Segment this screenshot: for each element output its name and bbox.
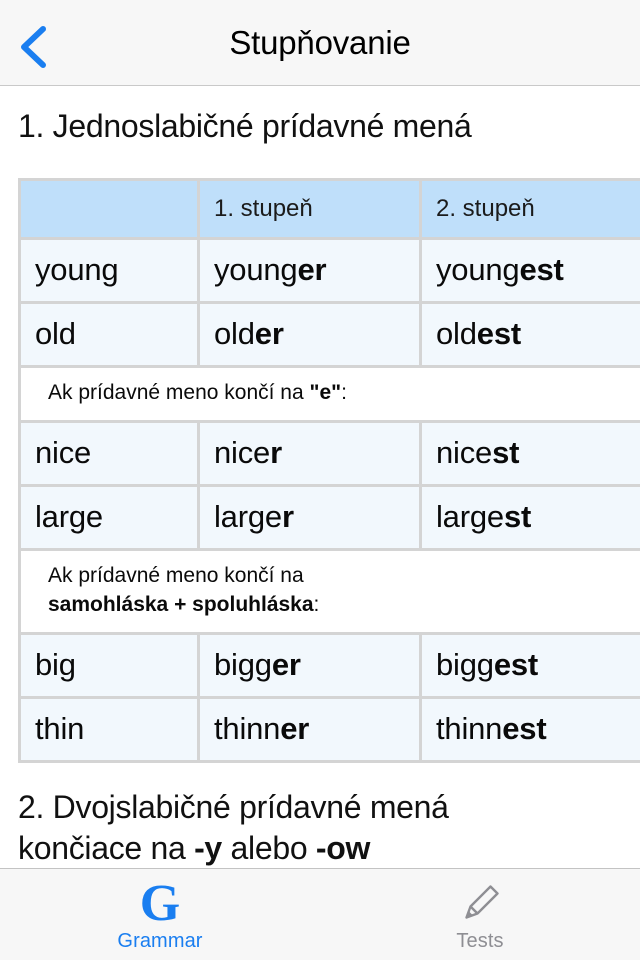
cell-base: old bbox=[18, 303, 200, 368]
word-suffix: er bbox=[254, 316, 284, 352]
cell-base: thin bbox=[18, 698, 200, 763]
table-header-cell-comparative: 1. stupeň bbox=[200, 177, 422, 240]
table-header-cell-base bbox=[18, 177, 200, 240]
word-stem: nice bbox=[436, 435, 493, 471]
cell-comparative: older bbox=[200, 303, 422, 368]
tab-tests-label: Tests bbox=[456, 929, 504, 952]
cell-superlative: biggest bbox=[422, 634, 640, 699]
table-row: nice nicer nicest bbox=[18, 422, 640, 487]
word-suffix: er bbox=[280, 711, 310, 747]
note-rule-e: Ak prídavné meno končí na "e": bbox=[18, 367, 640, 423]
page-title: Stupňovanie bbox=[229, 24, 411, 61]
word-stem: young bbox=[436, 252, 520, 288]
section-heading-2-pre: končiace na bbox=[18, 829, 195, 866]
word-suffix: est bbox=[493, 647, 539, 683]
cell-base: large bbox=[18, 486, 200, 551]
word-stem: large bbox=[436, 499, 504, 535]
word-suffix: r bbox=[281, 499, 294, 535]
note-text-line1: Ak prídavné meno končí na bbox=[48, 563, 304, 587]
comparison-table: 1. stupeň 2. stupeň young younger younge… bbox=[18, 177, 640, 763]
section-heading-2-bold-ow: -ow bbox=[315, 829, 371, 866]
section-heading-1: 1. Jednoslabičné prídavné mená bbox=[18, 108, 472, 144]
content-scroll-area[interactable]: 1. Jednoslabičné prídavné mená 1. stupeň… bbox=[0, 86, 640, 868]
cell-superlative: nicest bbox=[422, 422, 640, 487]
word-stem: thinn bbox=[436, 711, 503, 747]
word-suffix: er bbox=[271, 647, 301, 683]
table-row: big bigger biggest bbox=[18, 634, 640, 699]
word-stem: thinn bbox=[214, 711, 281, 747]
navigation-bar: Stupňovanie bbox=[0, 0, 640, 86]
word-suffix: r bbox=[270, 435, 282, 471]
section-heading-2-mid: alebo bbox=[221, 829, 316, 866]
word-suffix: st bbox=[503, 499, 532, 535]
word-stem: large bbox=[214, 499, 282, 535]
note-text-bold: samohláska + spoluhláska bbox=[48, 592, 314, 616]
tab-bar: G Grammar Tests bbox=[0, 868, 640, 960]
tab-grammar-label: Grammar bbox=[117, 929, 203, 952]
note-text-post: : bbox=[341, 380, 347, 404]
cell-base: big bbox=[18, 634, 200, 699]
table-note-row: Ak prídavné meno končí na samohláska + sp… bbox=[18, 550, 640, 635]
section-heading-2: 2. Dvojslabičné prídavné mená končiace na… bbox=[0, 763, 640, 868]
word-suffix: est bbox=[476, 316, 521, 352]
cell-comparative: thinner bbox=[200, 698, 422, 763]
letter-g-icon: G bbox=[139, 874, 181, 932]
word-stem: nice bbox=[214, 435, 271, 471]
cell-comparative: younger bbox=[200, 239, 422, 304]
word-suffix: est bbox=[502, 711, 547, 747]
pencil-icon bbox=[457, 881, 503, 927]
cell-comparative: larger bbox=[200, 486, 422, 551]
cell-superlative: largest bbox=[422, 486, 640, 551]
note-rule-vowel-consonant: Ak prídavné meno končí na samohláska + sp… bbox=[18, 550, 640, 635]
cell-base: young bbox=[18, 239, 200, 304]
word-suffix: er bbox=[297, 252, 327, 288]
cell-superlative: thinnest bbox=[422, 698, 640, 763]
table-header-cell-superlative: 2. stupeň bbox=[422, 177, 640, 240]
word-stem: old bbox=[214, 316, 255, 352]
cell-superlative: youngest bbox=[422, 239, 640, 304]
table-row: large larger largest bbox=[18, 486, 640, 551]
note-text-pre: Ak prídavné meno končí na bbox=[48, 380, 310, 404]
tab-tests[interactable]: Tests bbox=[320, 869, 640, 960]
section-heading-2-line1: 2. Dvojslabičné prídavné mená bbox=[18, 788, 449, 825]
note-text-post: : bbox=[313, 592, 320, 616]
table-row: thin thinner thinnest bbox=[18, 698, 640, 763]
table-note-row: Ak prídavné meno končí na "e": bbox=[18, 367, 640, 423]
table-row: old older oldest bbox=[18, 303, 640, 368]
word-stem: old bbox=[436, 316, 477, 352]
cell-comparative: bigger bbox=[200, 634, 422, 699]
word-stem: young bbox=[214, 252, 298, 288]
cell-comparative: nicer bbox=[200, 422, 422, 487]
table-header-row: 1. stupeň 2. stupeň bbox=[18, 177, 640, 240]
word-stem: bigg bbox=[214, 647, 272, 683]
table-row: young younger youngest bbox=[18, 239, 640, 304]
note-text-bold: "e" bbox=[309, 380, 342, 404]
word-suffix: est bbox=[519, 252, 564, 288]
section-heading-2-bold-y: -y bbox=[194, 829, 222, 866]
cell-base: nice bbox=[18, 422, 200, 487]
cell-superlative: oldest bbox=[422, 303, 640, 368]
word-stem: bigg bbox=[436, 647, 494, 683]
word-suffix: st bbox=[492, 435, 520, 471]
tab-grammar[interactable]: G Grammar bbox=[0, 869, 320, 960]
